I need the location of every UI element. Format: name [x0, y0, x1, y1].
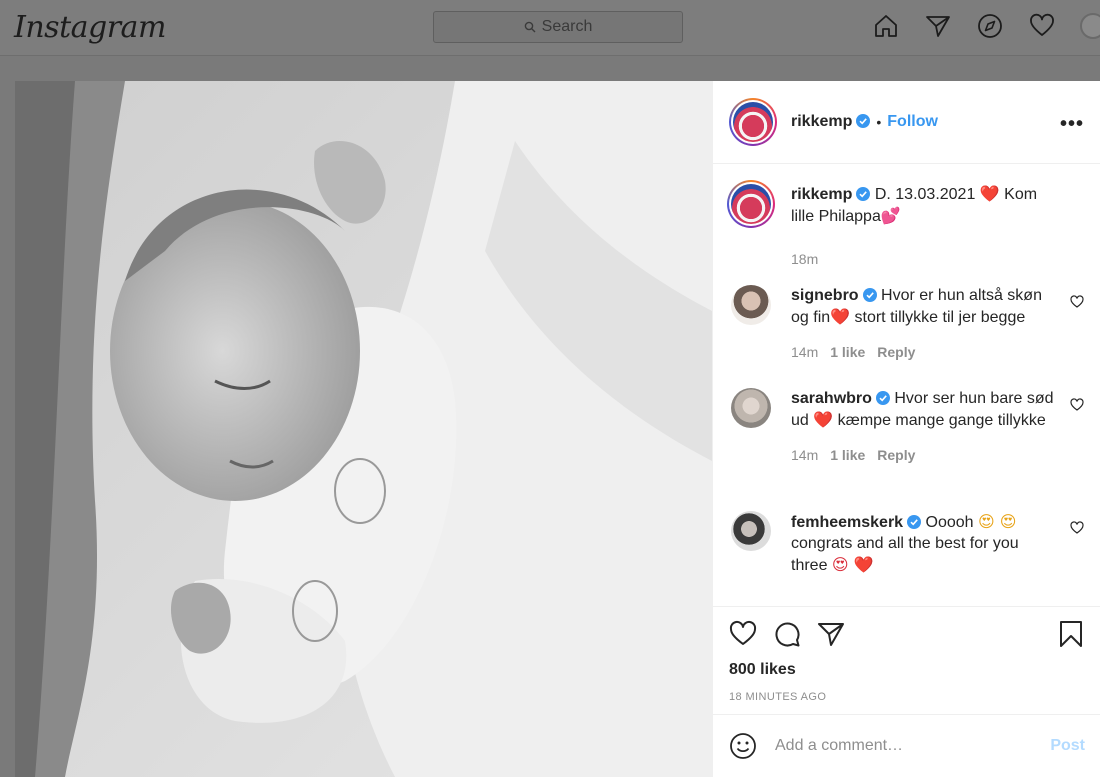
- add-comment-bar: Add a comment… Post: [713, 714, 1100, 777]
- share-paper-plane-icon[interactable]: [817, 620, 845, 648]
- action-icons-row: [729, 619, 1085, 649]
- comment-text-2: stort tillykke til jer begge: [850, 309, 1026, 326]
- search-placeholder: Search: [541, 18, 593, 35]
- caption-avatar[interactable]: [727, 180, 775, 228]
- caption-text: D. 13.03.2021: [874, 186, 980, 203]
- red-heart-emoji: ❤️: [813, 410, 834, 429]
- like-comment-heart-icon[interactable]: [1070, 521, 1084, 535]
- comment-username[interactable]: femheemskerk: [791, 514, 922, 531]
- verified-badge-icon: [856, 114, 871, 128]
- header-avatar-story-ring[interactable]: [729, 98, 777, 146]
- post-detail-panel: rikkemp • Follow ••• rikkemp D. 13.03.20…: [712, 81, 1100, 777]
- comments-list[interactable]: rikkemp D. 13.03.2021 ❤️ Kom lille Phila…: [713, 164, 1100, 604]
- comment-likes[interactable]: 1 like: [830, 342, 865, 363]
- reply-button[interactable]: Reply: [877, 342, 915, 363]
- comment-text: Ooooh: [925, 514, 979, 531]
- explore-compass-icon[interactable]: [976, 12, 1004, 40]
- profile-avatar[interactable]: [1080, 13, 1100, 39]
- like-comment-heart-icon[interactable]: [1070, 295, 1084, 309]
- comment-time[interactable]: 14m: [791, 445, 818, 466]
- sleeping-baby-photo: [15, 81, 712, 777]
- comment-input[interactable]: Add a comment…: [775, 737, 1050, 755]
- like-comment-heart-icon[interactable]: [1070, 398, 1084, 412]
- separator-dot: •: [876, 114, 882, 130]
- comment-username[interactable]: signebro: [791, 287, 877, 304]
- top-navigation-bar: Instagram Search: [0, 0, 1100, 56]
- verified-badge-icon: [862, 288, 877, 302]
- post-actions: 800 likes 18 MINUTES AGO: [713, 606, 1100, 716]
- two-hearts-emoji: 💕: [880, 206, 901, 225]
- comment-item: signebro Hvor er hun altså skøn og fin❤️…: [729, 285, 1084, 388]
- post-comment-button[interactable]: Post: [1050, 737, 1085, 755]
- caption-username[interactable]: rikkemp: [791, 186, 871, 203]
- post-header: rikkemp • Follow •••: [713, 81, 1100, 164]
- search-icon: [524, 21, 536, 33]
- header-username[interactable]: rikkemp: [791, 113, 871, 131]
- comment-meta: 14m 1 like Reply: [791, 445, 1054, 466]
- commenter-avatar[interactable]: [731, 388, 771, 428]
- red-heart-emoji: ❤️: [830, 307, 851, 326]
- caption: rikkemp D. 13.03.2021 ❤️ Kom lille Phila…: [727, 180, 1084, 285]
- verified-badge-icon: [875, 391, 890, 405]
- follow-button[interactable]: Follow: [887, 113, 938, 131]
- direct-message-icon[interactable]: [924, 12, 952, 40]
- comment-text-2: congrats and all the best for you three: [791, 535, 1019, 574]
- comment-text-2: kæmpe mange gange tillykke: [833, 412, 1046, 429]
- commenter-avatar[interactable]: [731, 511, 771, 551]
- comment-username[interactable]: sarahwbro: [791, 390, 890, 407]
- heart-eyes-and-heart-emoji: 😍 ❤️: [831, 555, 874, 574]
- post-timestamp: 18 MINUTES AGO: [729, 691, 827, 703]
- comment-bubble-icon[interactable]: [773, 620, 801, 648]
- caption-meta: 18m: [791, 249, 1054, 270]
- search-box[interactable]: Search: [433, 11, 683, 43]
- post-photo[interactable]: [15, 81, 712, 777]
- activity-heart-icon[interactable]: [1028, 12, 1056, 40]
- commenter-avatar[interactable]: [731, 285, 771, 325]
- home-icon[interactable]: [872, 12, 900, 40]
- heart-eyes-emoji: 😍 😍: [978, 512, 1017, 531]
- reply-button[interactable]: Reply: [877, 445, 915, 466]
- comment-likes[interactable]: 1 like: [830, 445, 865, 466]
- verified-badge-icon: [907, 515, 922, 529]
- nav-icons: [872, 12, 1100, 40]
- comment-item: femheemskerk Ooooh 😍 😍 congrats and all …: [729, 511, 1084, 576]
- caption-time: 18m: [791, 251, 819, 267]
- instagram-logo[interactable]: Instagram: [14, 10, 166, 45]
- header-avatar: [733, 102, 773, 142]
- verified-badge-icon: [856, 187, 871, 201]
- like-heart-icon[interactable]: [729, 620, 757, 648]
- save-bookmark-icon[interactable]: [1057, 620, 1085, 648]
- comment-item: sarahwbro Hvor ser hun bare sød ud ❤️ kæ…: [729, 388, 1084, 511]
- likes-count[interactable]: 800 likes: [729, 661, 1085, 679]
- comment-time[interactable]: 14m: [791, 342, 818, 363]
- emoji-smiley-icon[interactable]: [729, 732, 757, 760]
- red-heart-emoji: ❤️: [979, 184, 1000, 203]
- more-options-button[interactable]: •••: [1060, 113, 1084, 136]
- comment-meta: 14m 1 like Reply: [791, 342, 1054, 363]
